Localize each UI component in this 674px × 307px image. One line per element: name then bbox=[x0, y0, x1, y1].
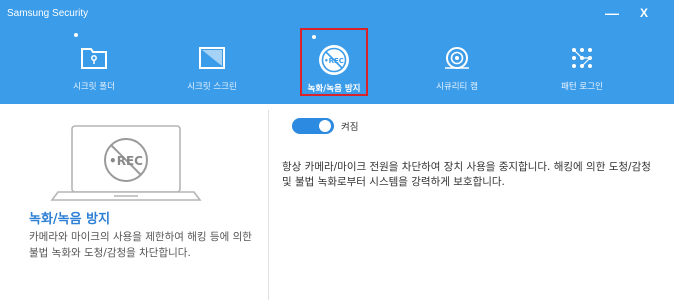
setting-description: 항상 카메라/마이크 전원을 차단하여 장치 사용을 중지합니다. 해킹에 의한… bbox=[282, 161, 651, 188]
power-toggle[interactable] bbox=[292, 118, 334, 134]
close-button[interactable]: X bbox=[633, 2, 655, 24]
nav-item-secret-screen[interactable]: 시크릿 스크린 bbox=[166, 28, 258, 98]
pattern-login-icon bbox=[564, 40, 600, 76]
no-rec-icon: •REC bbox=[316, 42, 352, 78]
app-title: Samsung Security bbox=[7, 8, 89, 19]
rec-text: •REC bbox=[109, 154, 143, 168]
toggle-knob bbox=[319, 120, 331, 132]
feature-description: 카메라와 마이크의 사용을 제한하여 해킹 등에 의한 불법 녹화와 도청/감청… bbox=[29, 231, 252, 259]
app-window: Samsung Security — X 시크릿 폴더 시크릿 스크린 •REC… bbox=[0, 0, 674, 307]
nav-item-security-cam[interactable]: 시큐리티 캠 bbox=[411, 28, 503, 98]
laptop-rec-blocked-icon: •REC bbox=[44, 124, 208, 206]
nav-item-pattern-login[interactable]: 패턴 로그인 bbox=[536, 28, 628, 98]
header-bar: Samsung Security — X 시크릿 폴더 시크릿 스크린 •REC… bbox=[0, 0, 674, 104]
toggle-label: 켜짐 bbox=[341, 122, 359, 133]
nav-label: 시크릿 스크린 bbox=[187, 82, 237, 92]
new-indicator-dot bbox=[312, 35, 316, 39]
secret-screen-icon bbox=[194, 40, 230, 76]
panel-divider bbox=[268, 110, 269, 300]
nav-label: 시큐리티 캠 bbox=[436, 82, 478, 92]
feature-title: 녹화/녹음 방지 bbox=[29, 212, 111, 227]
power-toggle-row: 켜짐 bbox=[292, 118, 358, 134]
nav-item-secret-folder[interactable]: 시크릿 폴더 bbox=[48, 28, 140, 98]
secret-folder-icon bbox=[76, 40, 112, 76]
nav-label: 패턴 로그인 bbox=[561, 82, 603, 92]
svg-text:•REC: •REC bbox=[324, 57, 344, 65]
nav-label: 시크릿 폴더 bbox=[73, 82, 115, 92]
new-indicator-dot bbox=[74, 33, 78, 37]
minimize-button[interactable]: — bbox=[601, 2, 623, 24]
nav-label: 녹화/녹음 방지 bbox=[307, 84, 361, 94]
security-cam-icon bbox=[439, 40, 475, 76]
nav-item-rec-block[interactable]: •REC 녹화/녹음 방지 bbox=[300, 28, 368, 96]
